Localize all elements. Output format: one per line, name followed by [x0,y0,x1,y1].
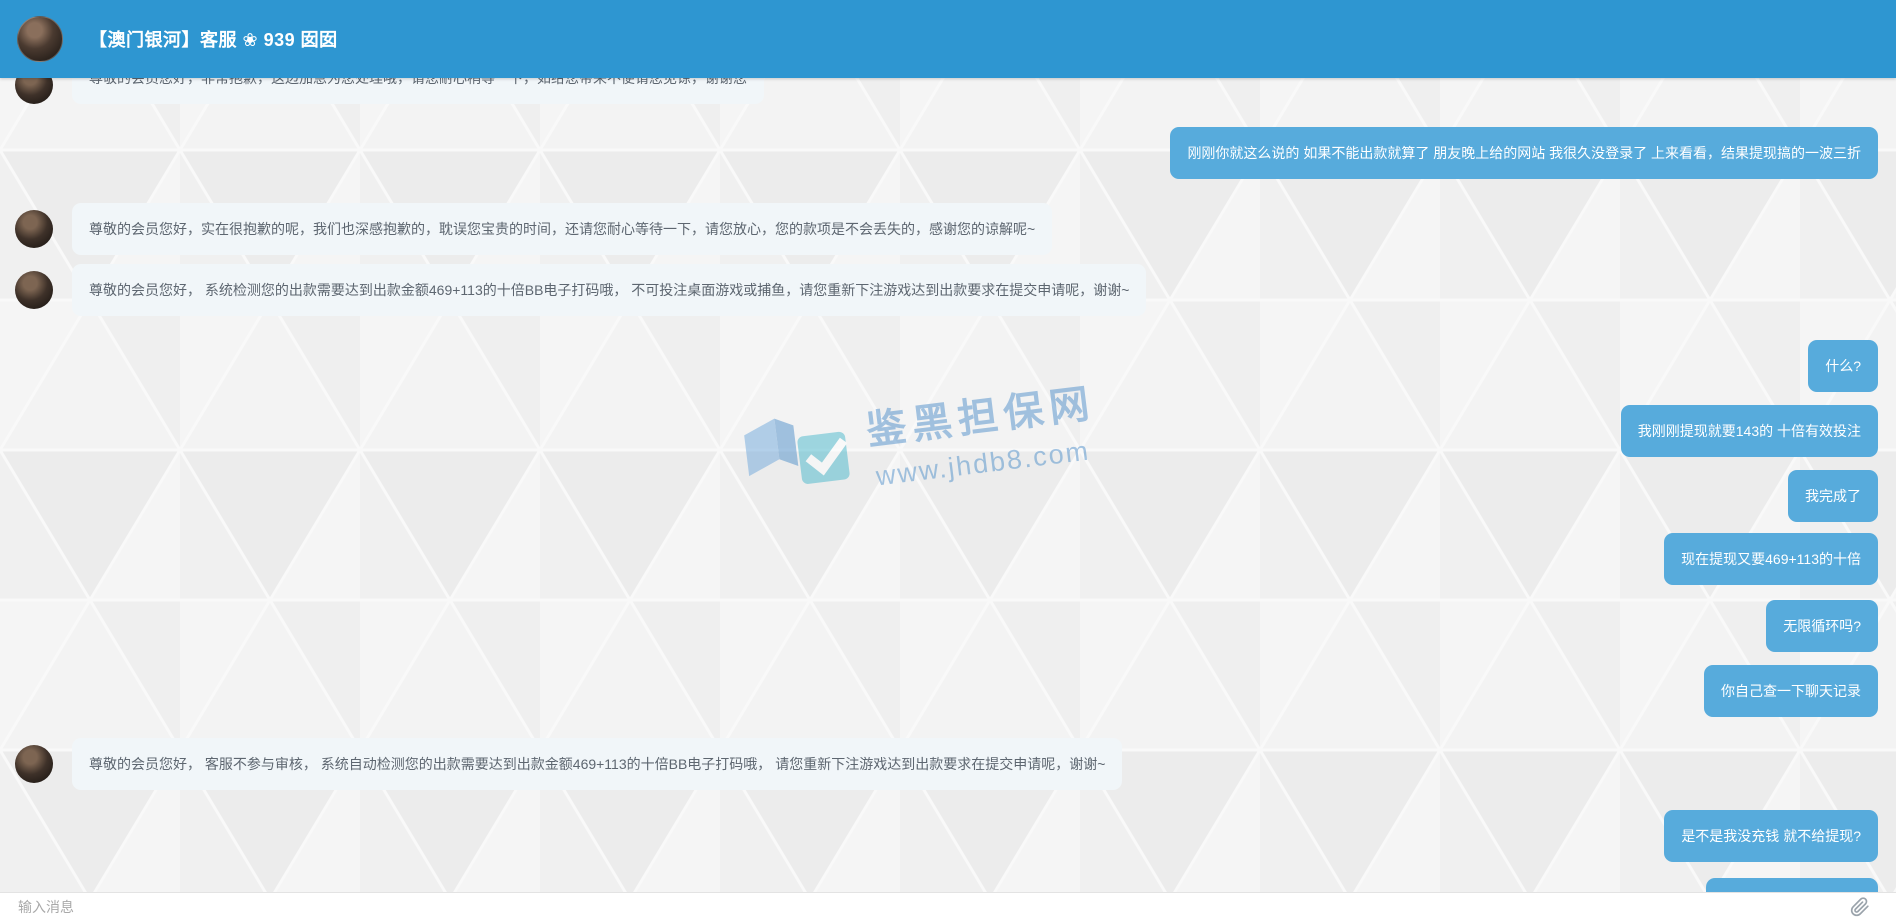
agent-avatar [15,271,53,309]
chat-message: 尊敬的会员您好， 系统检测您的出款需要达到出款金额469+113的十倍BB电子打… [15,264,1146,316]
agent-avatar [15,210,53,248]
chat-message: 尊敬的会员您好， 客服不参与审核， 系统自动检测您的出款需要达到出款金额469+… [15,738,1122,790]
chat-message: 现在提现又要469+113的十倍 [1664,533,1878,585]
user-bubble: 什么? [1808,340,1878,392]
agent-bubble: 尊敬的会员您好， 系统检测您的出款需要达到出款金额469+113的十倍BB电子打… [72,264,1146,316]
jhdb-logo-icon [738,406,859,503]
user-bubble: 我刚刚提现就要143的 十倍有效投注 [1621,405,1878,457]
user-bubble: 刚刚你就这么说的 如果不能出款就算了 朋友晚上给的网站 我很久没登录了 上来看看… [1170,127,1878,179]
chat-message: 我刚刚提现就要143的 十倍有效投注 [1621,405,1878,457]
agent-avatar [15,745,53,783]
chat-header: 【澳门银河】客服 ❀ 939 囡囡 [0,0,1896,78]
message-composer [0,892,1896,920]
service-avatar[interactable] [17,16,63,62]
chat-title: 【澳门银河】客服 ❀ 939 囡囡 [89,26,338,52]
user-bubble: 现在提现又要469+113的十倍 [1664,533,1878,585]
chat-message: 刚刚你就这么说的 如果不能出款就算了 朋友晚上给的网站 我很久没登录了 上来看看… [1170,127,1878,179]
paperclip-icon[interactable] [1850,897,1870,917]
agent-bubble: 尊敬的会员您好，实在很抱歉的呢，我们也深感抱歉的，耽误您宝贵的时间，还请您耐心等… [72,203,1052,255]
user-bubble: 你自己查一下聊天记录 [1704,665,1878,717]
user-bubble: 无限循环吗? [1766,600,1878,652]
chat-message: 你自己查一下聊天记录 [1704,665,1878,717]
user-bubble: 我完成了 [1788,470,1878,522]
chat-message: 什么? [1808,340,1878,392]
chat-message: 我完成了 [1788,470,1878,522]
chat-window: 鉴黑担保网 www.jhdb8.com 尊敬的会员您好，非常抱歉，这边加急为您处… [0,0,1896,920]
user-bubble: 是不是我没充钱 就不给提现? [1664,810,1878,862]
chat-message: 是不是我没充钱 就不给提现? [1664,810,1878,862]
chat-message: 无限循环吗? [1766,600,1878,652]
agent-bubble: 尊敬的会员您好， 客服不参与审核， 系统自动检测您的出款需要达到出款金额469+… [72,738,1122,790]
message-input[interactable] [18,899,1850,915]
chat-message: 尊敬的会员您好，实在很抱歉的呢，我们也深感抱歉的，耽误您宝贵的时间，还请您耐心等… [15,203,1052,255]
